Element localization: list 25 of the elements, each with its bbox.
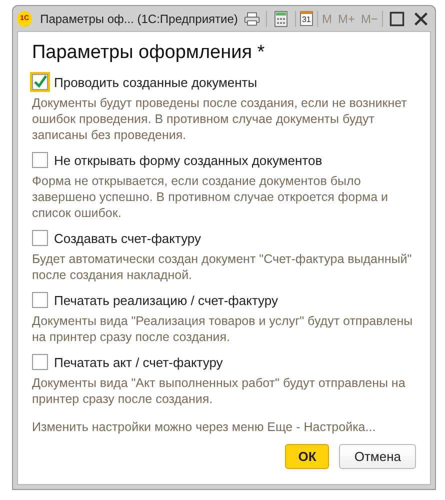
cancel-button[interactable]: Отмена — [339, 444, 416, 469]
checkbox[interactable] — [32, 152, 48, 168]
form-heading: Параметры оформления * — [32, 42, 266, 64]
ok-button[interactable]: ОК — [285, 444, 330, 469]
option-description: Документы будут проведены после создания, если не возникнет ошибок проведения. В противном случае документы будут записаны без проведения. — [32, 95, 408, 143]
close-icon[interactable] — [412, 10, 429, 26]
checkbox[interactable] — [32, 230, 48, 246]
checkbox[interactable] — [32, 74, 48, 90]
print-icon[interactable] — [244, 10, 260, 26]
option-description: Документы вида "Реализация товаров и услуг" будут отправлены на принтер сразу после создания. — [32, 313, 414, 345]
option-description: Форма не открывается, если создание документов было завершено успешно. В противном случае откроется форма и список ошибок. — [32, 173, 390, 221]
checkbox-label[interactable]: Печатать реализацию / счет-фактуру — [54, 292, 278, 308]
checkbox-label[interactable]: Проводить созданные документы — [54, 74, 258, 90]
window-title: Параметры оф... (1С:Предприятие) — [40, 12, 238, 26]
checkbox-label[interactable]: Создавать счет-фактуру — [54, 230, 202, 246]
maximize-icon[interactable] — [388, 10, 405, 26]
option-description: Документы вида "Акт выполненных работ" будут отправлены на принтер сразу после создания. — [32, 375, 406, 407]
hint-text: Изменить настройки можно через меню Еще - Настройка... — [32, 420, 377, 434]
checkbox-label[interactable]: Не открывать форму созданных документов — [54, 152, 322, 168]
checkbox[interactable] — [32, 292, 48, 308]
calendar-icon[interactable]: 31 — [300, 11, 314, 26]
calculator-icon[interactable] — [272, 10, 289, 26]
checkbox[interactable] — [32, 354, 48, 370]
checkbox-label[interactable]: Печатать акт / счет-фактуру — [54, 354, 223, 370]
option-description: Будет автоматически создан документ "Счет-фактура выданный" после создания накладной. — [32, 251, 413, 283]
